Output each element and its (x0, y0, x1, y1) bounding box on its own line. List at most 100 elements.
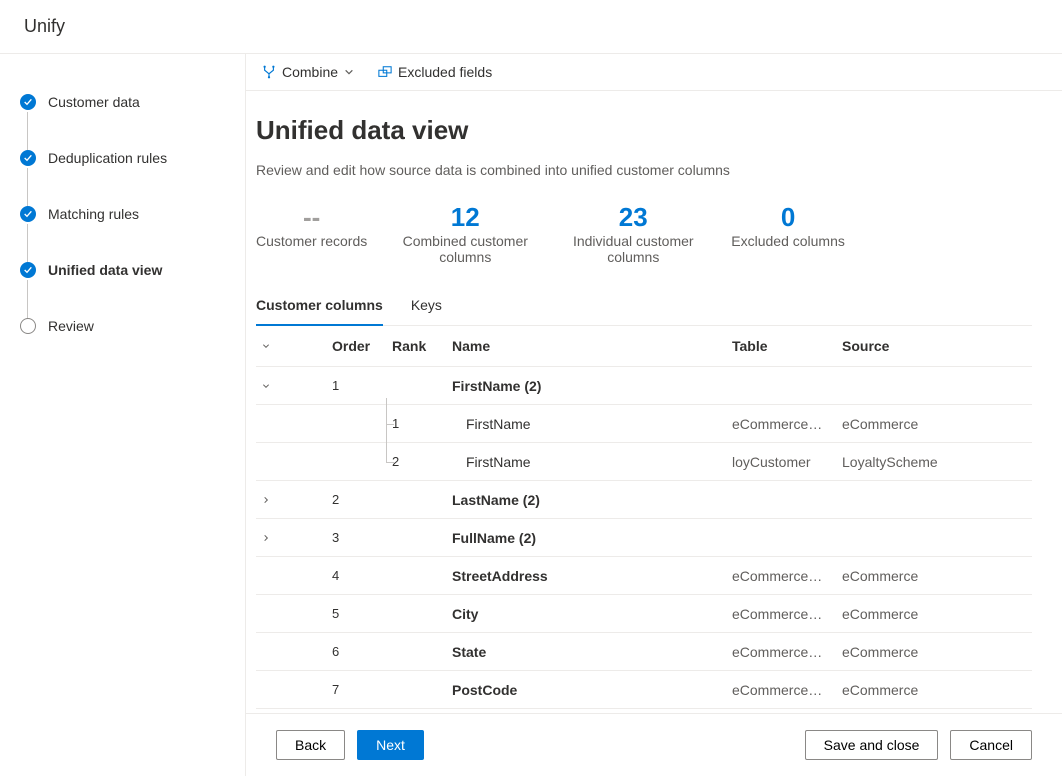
cell-name: State (446, 644, 726, 660)
save-and-close-button[interactable]: Save and close (805, 730, 939, 760)
cell-rank: 1 (386, 416, 446, 431)
table-row[interactable]: 1 FirstName (2) (256, 367, 1032, 405)
cancel-button[interactable]: Cancel (950, 730, 1032, 760)
table-row[interactable]: 2 FirstName loyCustomer LoyaltyScheme (256, 443, 1032, 481)
cell-source: eCommerce (836, 568, 1032, 584)
combine-label: Combine (282, 64, 338, 80)
step-label: Deduplication rules (48, 150, 167, 166)
step-review[interactable]: Review (20, 318, 225, 334)
stat-customer-records: -- Customer records (256, 202, 367, 265)
page-header-title: Unify (24, 16, 65, 36)
chevron-down-icon (344, 67, 354, 77)
step-matching-rules[interactable]: Matching rules (20, 206, 225, 222)
cell-order: 3 (326, 530, 386, 545)
chevron-right-icon[interactable] (256, 532, 276, 544)
col-source: Source (836, 338, 1032, 354)
chevron-down-icon[interactable] (256, 380, 276, 392)
table-row[interactable]: 5 City eCommerceContacts eCommerce (256, 595, 1032, 633)
check-icon (20, 94, 36, 110)
chevron-right-icon[interactable] (256, 494, 276, 506)
table-header: Order Rank Name Table Source (256, 326, 1032, 367)
step-deduplication-rules[interactable]: Deduplication rules (20, 150, 225, 166)
cell-table: eCommerceContacts (726, 682, 836, 698)
step-label: Review (48, 318, 94, 334)
stat-combined-columns: 12 Combined customer columns (395, 202, 535, 265)
combine-button[interactable]: Combine (262, 64, 354, 80)
stat-value: 0 (731, 202, 845, 233)
stats-row: -- Customer records 12 Combined customer… (256, 202, 1032, 265)
col-name: Name (446, 338, 726, 354)
cell-table: loyCustomer (726, 454, 836, 470)
cell-name: FirstName (446, 454, 726, 470)
cell-order: 7 (326, 682, 386, 697)
col-table: Table (726, 338, 836, 354)
excluded-fields-label: Excluded fields (398, 64, 492, 80)
tabs: Customer columns Keys (256, 289, 1032, 326)
tab-customer-columns[interactable]: Customer columns (256, 289, 383, 325)
table-row[interactable]: 6 State eCommerceContacts eCommerce (256, 633, 1032, 671)
stat-label: Individual customer columns (563, 233, 703, 265)
cell-name: FullName (2) (446, 530, 726, 546)
page-subtitle: Review and edit how source data is combi… (256, 162, 1032, 178)
col-rank: Rank (386, 338, 446, 354)
col-order: Order (326, 338, 386, 354)
step-connector (27, 112, 28, 152)
cell-order: 4 (326, 568, 386, 583)
stat-value: 12 (395, 202, 535, 233)
check-icon (20, 206, 36, 222)
next-button[interactable]: Next (357, 730, 424, 760)
cell-source: eCommerce (836, 644, 1032, 660)
footer: Back Next Save and close Cancel (246, 713, 1062, 776)
cell-name: LastName (2) (446, 492, 726, 508)
tab-keys[interactable]: Keys (411, 289, 442, 325)
table-row[interactable]: 2 LastName (2) (256, 481, 1032, 519)
step-connector (27, 168, 28, 208)
cell-order: 2 (326, 492, 386, 507)
cell-table: eCommerceConta... (726, 416, 836, 432)
stat-label: Excluded columns (731, 233, 845, 249)
cell-name: PostCode (446, 682, 726, 698)
cell-table: eCommerceContacts (726, 644, 836, 660)
stat-value: -- (256, 202, 367, 233)
cell-rank: 2 (386, 454, 446, 469)
stat-label: Customer records (256, 233, 367, 249)
cell-name: StreetAddress (446, 568, 726, 584)
table-row[interactable]: 4 StreetAddress eCommerceContacts eComme… (256, 557, 1032, 595)
cell-source: LoyaltyScheme (836, 454, 1032, 470)
step-label: Unified data view (48, 262, 162, 278)
excluded-fields-button[interactable]: Excluded fields (378, 64, 492, 80)
wizard-sidebar: Customer data Deduplication rules Matchi… (0, 54, 245, 776)
table-row[interactable]: 3 FullName (2) (256, 519, 1032, 557)
page-title: Unified data view (256, 115, 1032, 146)
exclude-icon (378, 65, 392, 79)
page-header: Unify (0, 0, 1062, 54)
chevron-down-icon[interactable] (256, 340, 276, 352)
cell-order: 6 (326, 644, 386, 659)
table-row[interactable]: 1 FirstName eCommerceConta... eCommerce (256, 405, 1032, 443)
step-label: Matching rules (48, 206, 139, 222)
cell-name: City (446, 606, 726, 622)
back-button[interactable]: Back (276, 730, 345, 760)
table-row[interactable]: 7 PostCode eCommerceContacts eCommerce (256, 671, 1032, 709)
merge-icon (262, 65, 276, 79)
cell-order: 1 (326, 378, 386, 393)
step-connector (27, 280, 28, 320)
cell-source: eCommerce (836, 416, 1032, 432)
columns-table: Order Rank Name Table Source 1 FirstName… (256, 326, 1032, 709)
cell-table: eCommerceContacts (726, 606, 836, 622)
cell-source: eCommerce (836, 682, 1032, 698)
step-connector (27, 224, 28, 264)
step-customer-data[interactable]: Customer data (20, 94, 225, 110)
cell-order: 5 (326, 606, 386, 621)
stat-individual-columns: 23 Individual customer columns (563, 202, 703, 265)
check-icon (20, 262, 36, 278)
cell-name: FirstName (2) (446, 378, 726, 394)
step-unified-data-view[interactable]: Unified data view (20, 262, 225, 278)
step-label: Customer data (48, 94, 140, 110)
stat-value: 23 (563, 202, 703, 233)
stat-excluded-columns: 0 Excluded columns (731, 202, 845, 265)
cell-source: eCommerce (836, 606, 1032, 622)
circle-icon (20, 318, 36, 334)
cell-name: FirstName (446, 416, 726, 432)
stat-label: Combined customer columns (395, 233, 535, 265)
